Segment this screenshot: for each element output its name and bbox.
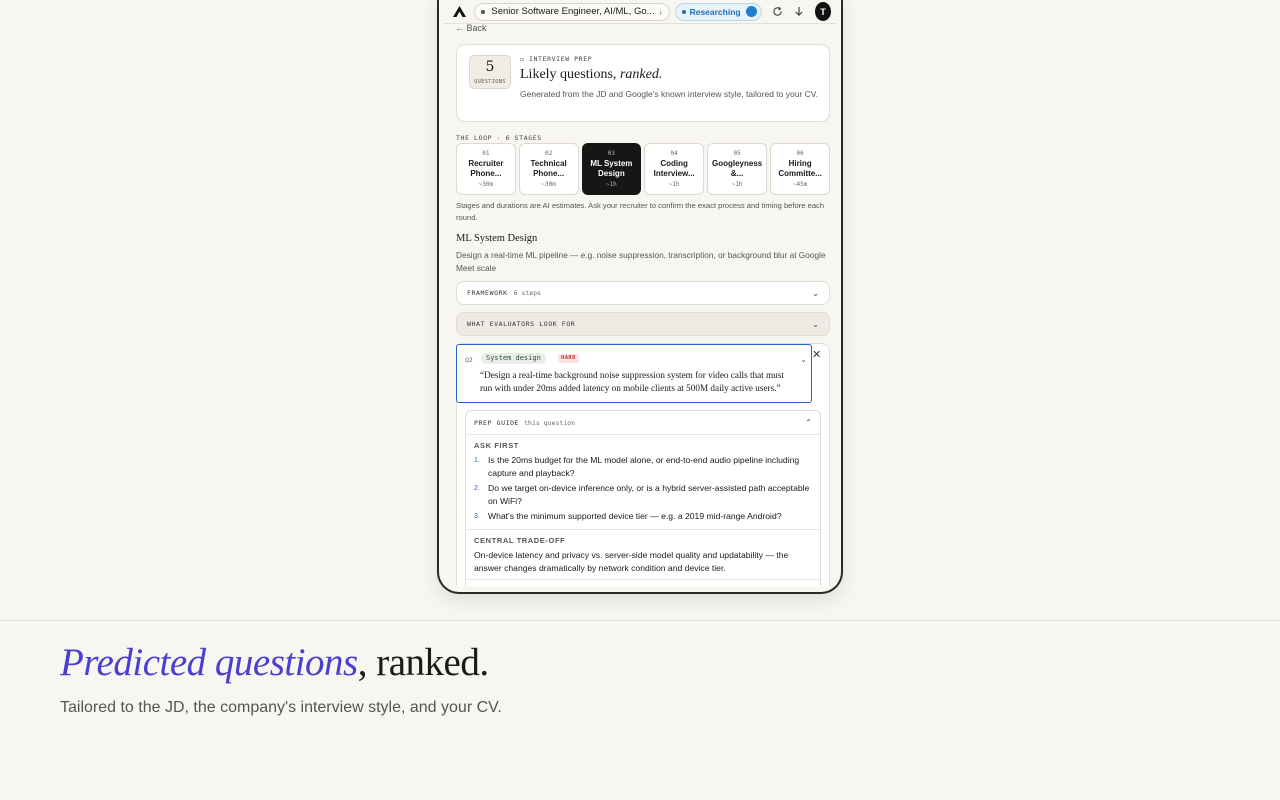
device-frame: Senior Software Engineer, AI/ML, Go... ↓… xyxy=(437,0,843,594)
stage-name: Hiring Committe... xyxy=(778,159,822,178)
stage-number: 01 xyxy=(482,150,490,157)
job-dot-icon xyxy=(481,9,486,14)
ask-first-title: ASK FIRST xyxy=(474,441,519,450)
toggle-knob xyxy=(745,6,757,17)
status-label: Researching xyxy=(689,6,741,17)
refresh-icon[interactable] xyxy=(772,5,784,19)
question-id: Q2 xyxy=(465,356,473,364)
stage-card[interactable]: 06 Hiring Committe... ~45m xyxy=(770,143,830,195)
stage-name: Recruiter Phone... xyxy=(468,159,504,178)
loop-label: THE LOOP · 6 STAGES xyxy=(456,134,542,142)
evaluators-accordion[interactable]: WHAT EVALUATORS LOOK FOR ⌄ xyxy=(456,312,830,336)
stage-card[interactable]: 04 Coding Interview... ~1h xyxy=(644,143,704,195)
stage-duration: ~1h xyxy=(731,181,743,188)
stage-card[interactable]: 05 Googleyness &... ~1h xyxy=(707,143,768,195)
marketing-tagline: Tailored to the JD, the company's interv… xyxy=(60,699,502,716)
chevron-down-icon[interactable]: ⌄ xyxy=(800,355,807,364)
status-dot-icon xyxy=(681,9,686,14)
ask-first-list: 1. Is the 20ms budget for the ML model al… xyxy=(474,454,812,523)
ask-first-item: Do we target on-device inference only, o… xyxy=(488,483,810,506)
stage-card[interactable]: 01 Recruiter Phone... ~30m xyxy=(456,143,516,195)
stage-duration: ~45m xyxy=(792,181,808,188)
prep-guide-label: PREP GUIDE xyxy=(474,418,520,427)
eyebrow: ▭ INTERVIEW PREP xyxy=(520,55,592,63)
app-screen: Senior Software Engineer, AI/ML, Go... ↓… xyxy=(443,0,837,586)
divider xyxy=(0,620,1280,621)
avatar[interactable]: T xyxy=(815,2,831,21)
app-logo[interactable] xyxy=(453,4,467,20)
title-emphasis: ranked. xyxy=(619,67,663,82)
stage-name: Coding Interview... xyxy=(653,159,695,178)
list-index: 1. xyxy=(474,457,480,464)
chevron-down-icon: ⌄ xyxy=(812,288,819,298)
close-icon[interactable]: ✕ xyxy=(812,348,821,361)
eyebrow-label: INTERVIEW PREP xyxy=(529,55,593,63)
framework-accordion[interactable]: FRAMEWORK 6 steps ⌄ xyxy=(456,281,830,305)
stage-name: Googleyness &... xyxy=(712,159,763,178)
chevron-up-icon: ⌃ xyxy=(805,418,812,427)
top-bar: Senior Software Engineer, AI/ML, Go... ↓… xyxy=(443,0,837,24)
title-plain: Likely questions, xyxy=(520,67,620,82)
page-subtitle: Generated from the JD and Google's known… xyxy=(520,89,819,99)
marketing-headline: Predicted questions, ranked. xyxy=(60,640,489,685)
evaluators-label: WHAT EVALUATORS LOOK FOR xyxy=(467,320,576,328)
question-count: 5 xyxy=(485,59,495,75)
stage-disclaimer: Stages and durations are AI estimates. A… xyxy=(456,201,825,222)
status-toggle[interactable]: Researching xyxy=(674,2,762,21)
list-index: 3. xyxy=(474,513,480,520)
question-category-tag: System design xyxy=(481,353,546,364)
arrow-down-icon: ↓ xyxy=(658,7,663,16)
job-title: Senior Software Engineer, AI/ML, Go... xyxy=(491,6,655,17)
stage-duration: ~1h xyxy=(668,181,680,188)
question-card[interactable]: Q2 System design HARD ⌄ “Design a real-t… xyxy=(456,344,812,403)
stage-number: 05 xyxy=(733,150,741,157)
prep-guide: PREP GUIDE this question ⌃ ASK FIRST 1. I… xyxy=(465,410,821,586)
framework-label: FRAMEWORK xyxy=(467,289,508,297)
list-item: 2. Do we target on-device inference only,… xyxy=(474,482,812,508)
stage-number: 02 xyxy=(545,150,553,157)
chat-icon: ▭ xyxy=(520,55,525,63)
list-index: 2. xyxy=(474,485,480,492)
section-description: Design a real-time ML pipeline — e.g. no… xyxy=(456,250,826,273)
prep-guide-header[interactable]: PREP GUIDE this question ⌃ xyxy=(466,411,820,435)
headline-emphasis: Predicted questions xyxy=(60,641,358,684)
stage-name: ML System Design xyxy=(590,159,633,178)
question-count-box: 5 QUESTIONS xyxy=(469,55,511,89)
tradeoff-text: On-device latency and privacy vs. server… xyxy=(474,550,789,573)
back-link[interactable]: ← Back xyxy=(455,23,487,33)
stage-number: 03 xyxy=(607,150,615,157)
stage-number: 04 xyxy=(670,150,678,157)
tradeoff-section: CENTRAL TRADE-OFF On-device latency and … xyxy=(466,530,820,580)
difficulty-badge: HARD xyxy=(558,354,579,363)
stage-card[interactable]: 02 Technical Phone... ~30m xyxy=(518,143,579,195)
stage-card-active[interactable]: 03 ML System Design ~1h xyxy=(581,143,642,195)
stage-number: 06 xyxy=(796,150,804,157)
list-item: 3. What's the minimum supported device ti… xyxy=(474,510,812,523)
ask-first-section: ASK FIRST 1. Is the 20ms budget for the M… xyxy=(466,435,820,530)
stage-list: 01 Recruiter Phone... ~30m 02 Technical … xyxy=(456,143,830,195)
section-title: ML System Design xyxy=(456,233,538,244)
framework-count: 6 steps xyxy=(513,289,542,297)
stage-duration: ~30m xyxy=(541,181,556,188)
prep-guide-sub: this question xyxy=(524,418,576,427)
page-title: Likely questions, ranked. xyxy=(520,67,662,83)
job-selector[interactable]: Senior Software Engineer, AI/ML, Go... ↓ xyxy=(474,2,670,21)
question-count-label: QUESTIONS xyxy=(474,79,506,85)
list-item: 1. Is the 20ms budget for the ML model al… xyxy=(474,454,812,480)
stage-duration: ~1h xyxy=(605,181,617,188)
ask-first-item: Is the 20ms budget for the ML model alon… xyxy=(488,455,800,478)
download-icon[interactable] xyxy=(793,5,805,19)
headline-rest: , ranked. xyxy=(357,641,489,684)
stage-name: Technical Phone... xyxy=(530,159,567,178)
ask-first-item: What's the minimum supported device tier… xyxy=(488,511,782,521)
chevron-down-icon: ⌄ xyxy=(812,319,819,329)
tradeoff-title: CENTRAL TRADE-OFF xyxy=(474,536,566,545)
stage-duration: ~30m xyxy=(478,181,494,188)
header-card: 5 QUESTIONS ▭ INTERVIEW PREP Likely ques… xyxy=(456,44,830,122)
question-text: “Design a real-time background noise sup… xyxy=(480,370,784,393)
